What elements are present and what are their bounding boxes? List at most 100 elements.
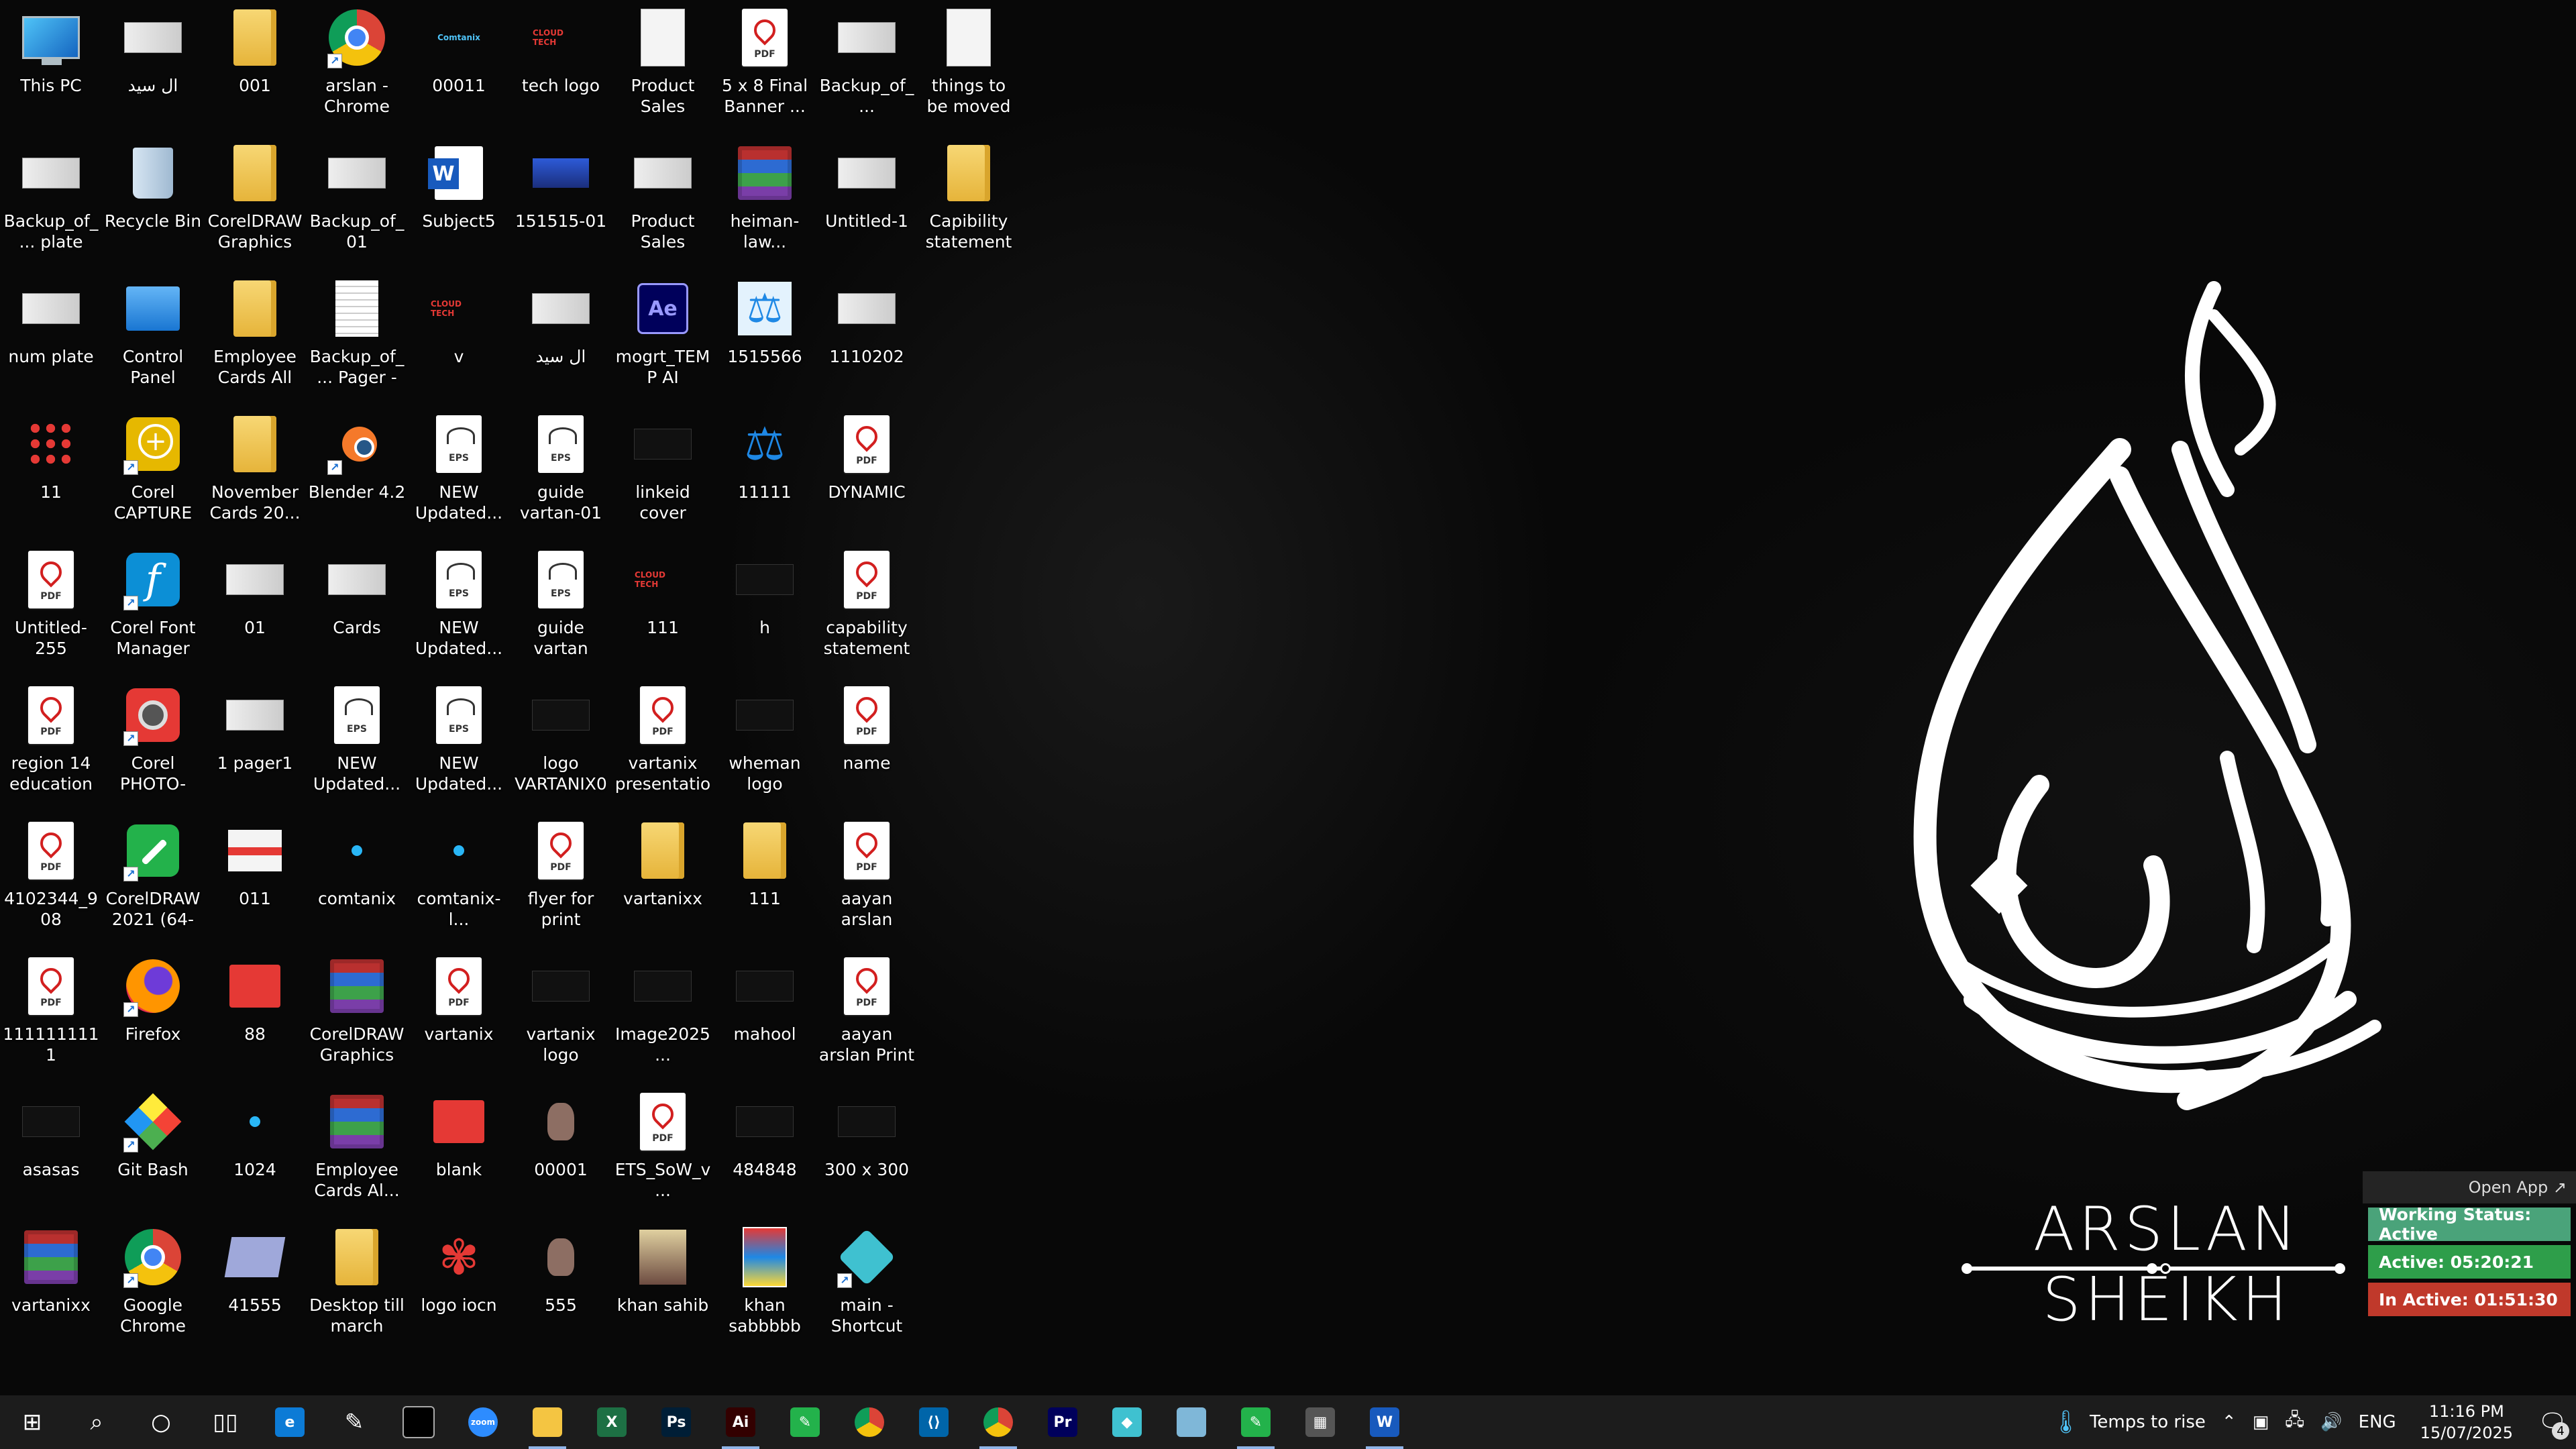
- clock[interactable]: 11:16 PM 15/07/2025: [2404, 1401, 2529, 1444]
- desktop-icon[interactable]: Capibility statement ...: [918, 136, 1020, 271]
- desktop-icon[interactable]: NEW Updated...: [408, 542, 510, 678]
- desktop-icon[interactable]: Control Panel: [102, 271, 204, 407]
- desktop-icon[interactable]: Recycle Bin: [102, 136, 204, 271]
- desktop-icon[interactable]: Untitled-1: [816, 136, 918, 271]
- desktop-icon[interactable]: aayan arslan Print: [816, 949, 918, 1084]
- desktop-icon[interactable]: ال سيد: [102, 0, 204, 136]
- network-icon[interactable]: 🖧: [2277, 1407, 2312, 1437]
- desktop-icon[interactable]: Comtanix 00011: [408, 0, 510, 136]
- desktop-icon[interactable]: CLOUD TECH 111: [612, 542, 714, 678]
- taskbar-app-diamond-button[interactable]: ◆: [1095, 1395, 1159, 1449]
- desktop-icon[interactable]: f↗ Corel Font Manager 2...: [102, 542, 204, 678]
- language-indicator[interactable]: ENG: [2351, 1412, 2404, 1432]
- taskbar-chrome-button[interactable]: [837, 1395, 902, 1449]
- desktop-icon[interactable]: heiman-law...: [714, 136, 816, 271]
- desktop-icon[interactable]: vartanixx: [612, 813, 714, 949]
- desktop-icon[interactable]: Employee Cards All: [204, 271, 306, 407]
- desktop-icon[interactable]: 4102344_908: [0, 813, 102, 949]
- desktop-icon[interactable]: NEW Updated...: [408, 407, 510, 542]
- chevron-up-icon[interactable]: ⌃: [2214, 1412, 2245, 1432]
- desktop-icon[interactable]: Image2025...: [612, 949, 714, 1084]
- taskbar-excel-button[interactable]: X: [580, 1395, 644, 1449]
- desktop-icon[interactable]: ↗ Corel CAPTURE 2...: [102, 407, 204, 542]
- desktop-icon[interactable]: 484848: [714, 1084, 816, 1220]
- desktop-icon[interactable]: 555: [510, 1220, 612, 1355]
- desktop-icon[interactable]: Product Sales Promo Pack...: [612, 0, 714, 136]
- desktop-icon[interactable]: 011: [204, 813, 306, 949]
- desktop-icon[interactable]: Product Sales Promo Pack...: [612, 136, 714, 271]
- desktop-icon[interactable]: vartanixx: [0, 1220, 102, 1355]
- taskbar-photoshop-button[interactable]: Ps: [644, 1395, 708, 1449]
- desktop-icon[interactable]: blank: [408, 1084, 510, 1220]
- desktop-icon[interactable]: 1111111111: [0, 949, 102, 1084]
- desktop-icon[interactable]: 001: [204, 0, 306, 136]
- desktop-icon[interactable]: DYNAMIC: [816, 407, 918, 542]
- taskbar-chrome-profile-button[interactable]: [966, 1395, 1030, 1449]
- desktop-icon[interactable]: CLOUD TECH v: [408, 271, 510, 407]
- desktop-icon[interactable]: ETS_SoW_v...: [612, 1084, 714, 1220]
- desktop-icon[interactable]: 00001: [510, 1084, 612, 1220]
- desktop-icon[interactable]: 5 x 8 Final Banner ...: [714, 0, 816, 136]
- taskbar-app-notes-button[interactable]: [1159, 1395, 1224, 1449]
- desktop-icon[interactable]: ↗ Blender 4.2: [306, 407, 408, 542]
- volume-icon[interactable]: 🔊: [2312, 1412, 2350, 1432]
- desktop-icon[interactable]: capability statement: [816, 542, 918, 678]
- desktop-icon[interactable]: CorelDRAW Graphics Su...: [204, 136, 306, 271]
- desktop-icon[interactable]: ↗ CorelDRAW 2021 (64-Bit): [102, 813, 204, 949]
- taskbar-cortana-button[interactable]: ○: [129, 1395, 193, 1449]
- desktop-icon[interactable]: NEW Updated...: [408, 678, 510, 813]
- desktop-icon[interactable]: h: [714, 542, 816, 678]
- taskbar-search-button[interactable]: ⌕: [64, 1395, 129, 1449]
- desktop-icon[interactable]: CLOUD TECH tech logo: [510, 0, 612, 136]
- taskbar-coreldraw-2-button[interactable]: ✎: [1224, 1395, 1288, 1449]
- taskbar-calculator-button[interactable]: ▦: [1288, 1395, 1352, 1449]
- desktop-icon[interactable]: 300 x 300: [816, 1084, 918, 1220]
- desktop-icon[interactable]: flyer for print ALsaeed po...: [510, 813, 612, 949]
- desktop-icon[interactable]: khan sabbbbb: [714, 1220, 816, 1355]
- notification-center-button[interactable]: 🗨 4: [2529, 1395, 2576, 1449]
- desktop-icon[interactable]: num plate: [0, 271, 102, 407]
- desktop-icon[interactable]: 151515-01: [510, 136, 612, 271]
- taskbar-edge-button[interactable]: e: [258, 1395, 322, 1449]
- desktop-icon[interactable]: ↗ Google Chrome: [102, 1220, 204, 1355]
- taskbar-vscode-button[interactable]: ⟨⟩: [902, 1395, 966, 1449]
- desktop-icon[interactable]: linkeid cover: [612, 407, 714, 542]
- desktop-icon[interactable]: Untitled-255: [0, 542, 102, 678]
- desktop-icon[interactable]: November Cards 20...: [204, 407, 306, 542]
- desktop-icon[interactable]: asasas: [0, 1084, 102, 1220]
- desktop-icon[interactable]: Subject5: [408, 136, 510, 271]
- desktop-icon[interactable]: ال سيد: [510, 271, 612, 407]
- desktop-icon[interactable]: comtanix: [306, 813, 408, 949]
- desktop-icon[interactable]: vartanix: [408, 949, 510, 1084]
- taskbar-start-button[interactable]: ⊞: [0, 1395, 64, 1449]
- desktop-icon[interactable]: Backup_of_...: [816, 0, 918, 136]
- taskbar-word-button[interactable]: W: [1352, 1395, 1417, 1449]
- desktop-icon[interactable]: vartanix presentation: [612, 678, 714, 813]
- desktop-icon[interactable]: Backup_of_01: [306, 136, 408, 271]
- desktop-icon[interactable]: guide vartan-01: [510, 407, 612, 542]
- desktop-icon[interactable]: 1024: [204, 1084, 306, 1220]
- desktop-icon[interactable]: 1110202: [816, 271, 918, 407]
- desktop-icon[interactable]: Backup_of_... Pager - NY...: [306, 271, 408, 407]
- desktop-icon[interactable]: name: [816, 678, 918, 813]
- desktop-icon[interactable]: vartanix logo: [510, 949, 612, 1084]
- desktop-icon[interactable]: ⚖ 1515566: [714, 271, 816, 407]
- desktop-icon[interactable]: comtanix-l...: [408, 813, 510, 949]
- desktop-icon[interactable]: 88: [204, 949, 306, 1084]
- desktop-icon[interactable]: guide vartan: [510, 542, 612, 678]
- desktop-icon[interactable]: ↗ Firefox: [102, 949, 204, 1084]
- desktop-icon[interactable]: 11: [0, 407, 102, 542]
- desktop-icon[interactable]: things to be moved: [918, 0, 1020, 136]
- taskbar-pen-button[interactable]: ✎: [322, 1395, 386, 1449]
- weather-widget[interactable]: 🌡 Temps to rise: [2043, 1409, 2214, 1436]
- desktop-icon[interactable]: NEW Updated...: [306, 678, 408, 813]
- desktop-icon[interactable]: Backup_of_... plate: [0, 136, 102, 271]
- taskbar-coreldraw-button[interactable]: ✎: [773, 1395, 837, 1449]
- desktop-icon[interactable]: Ae mogrt_TEMP AI (convert...: [612, 271, 714, 407]
- desktop-icon[interactable]: 111: [714, 813, 816, 949]
- desktop-icon[interactable]: This PC: [0, 0, 102, 136]
- desktop-icon[interactable]: Cards: [306, 542, 408, 678]
- desktop-icon[interactable]: wheman logo: [714, 678, 816, 813]
- taskbar-task-view-button[interactable]: ▯▯: [193, 1395, 258, 1449]
- desktop-icon[interactable]: aayan arslan: [816, 813, 918, 949]
